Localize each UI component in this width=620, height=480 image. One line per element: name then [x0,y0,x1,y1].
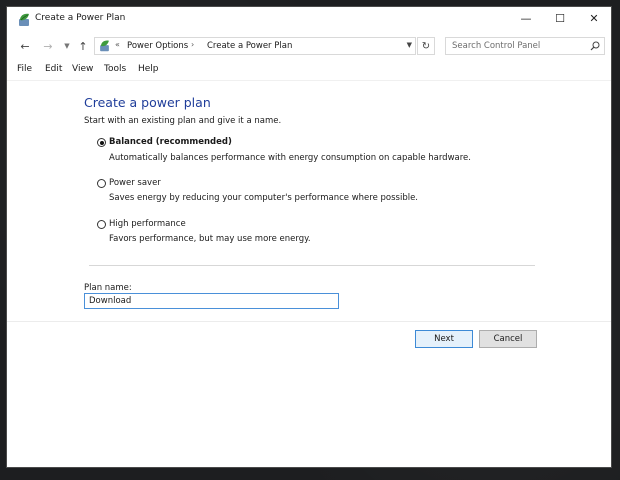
option-description-power-saver: Saves energy by reducing your computer's… [109,193,419,203]
address-dropdown-icon[interactable]: ▼ [407,41,412,49]
recent-locations-chevron-icon[interactable]: ▼ [59,38,75,54]
menu-edit[interactable]: Edit [45,64,62,74]
search-input[interactable] [446,38,590,54]
radio-power-saver[interactable] [97,179,106,188]
menu-divider [7,80,611,81]
power-options-icon [19,13,29,26]
maximize-button[interactable]: ☐ [543,7,577,29]
menu-file[interactable]: File [17,64,32,74]
section-divider [89,265,535,266]
option-description-high-performance: Favors performance, but may use more ene… [109,234,311,244]
next-button[interactable]: Next [415,330,473,348]
address-bar[interactable]: « Power Options › Create a Power Plan ▼ [94,37,416,55]
radio-high-performance[interactable] [97,220,106,229]
search-icon[interactable] [590,41,600,51]
forward-arrow-icon[interactable]: → [40,38,56,54]
page-instructions: Start with an existing plan and give it … [84,116,282,126]
option-label-balanced[interactable]: Balanced (recommended) [109,137,232,147]
breadcrumb-separator-icon[interactable]: › [191,40,194,49]
footer-divider [7,321,611,322]
back-arrow-icon[interactable]: ← [17,38,33,54]
refresh-icon[interactable]: ↻ [417,37,435,55]
option-label-power-saver[interactable]: Power saver [109,178,161,188]
menu-help[interactable]: Help [138,64,159,74]
search-box[interactable] [445,37,605,55]
plan-name-label: Plan name: [84,283,132,293]
option-label-high-performance[interactable]: High performance [109,219,186,229]
menu-view[interactable]: View [72,64,93,74]
up-arrow-icon[interactable]: ↑ [75,38,91,54]
radio-balanced[interactable] [97,138,106,147]
breadcrumb-create-power-plan[interactable]: Create a Power Plan [207,41,292,51]
page-title: Create a power plan [84,95,211,110]
window-title: Create a Power Plan [35,13,126,23]
minimize-button[interactable]: — [509,7,543,29]
cancel-button[interactable]: Cancel [479,330,537,348]
navigation-bar: ← → ▼ ↑ « Power Options › Create a Power… [7,35,611,59]
title-bar: Create a Power Plan — ☐ ✕ [7,7,611,33]
menu-bar: File Edit View Tools Help [7,62,611,78]
address-overflow-icon[interactable]: « [115,40,120,49]
close-button[interactable]: ✕ [577,7,611,29]
breadcrumb-power-options[interactable]: Power Options [127,41,188,51]
menu-tools[interactable]: Tools [104,64,126,74]
plan-name-field[interactable] [84,293,339,309]
option-description-balanced: Automatically balances performance with … [109,153,471,163]
power-plan-window: Create a Power Plan — ☐ ✕ ← → ▼ ↑ « Powe… [6,6,612,468]
power-options-icon [100,40,109,52]
